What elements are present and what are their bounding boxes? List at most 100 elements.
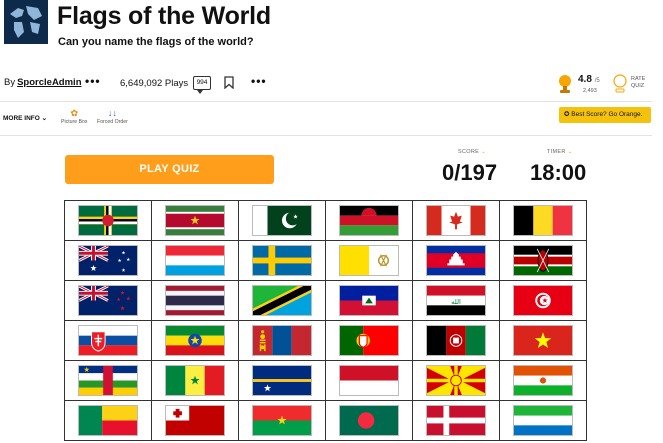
chevron-down-icon: ⌄ xyxy=(41,115,48,122)
flag-kenya xyxy=(513,245,573,276)
author-more-icon[interactable]: ••• xyxy=(85,74,101,88)
flag-vietnam xyxy=(513,325,573,356)
picture-box-toggle[interactable]: ✿ Picture Box xyxy=(61,107,88,125)
comment-count: 994 xyxy=(196,79,208,86)
flag-cell[interactable] xyxy=(325,280,413,321)
byline: By SporcleAdmin xyxy=(4,77,82,88)
flag-indonesia xyxy=(339,365,399,396)
flag-afghanistan xyxy=(426,325,486,356)
flag-cell[interactable] xyxy=(64,400,152,441)
more-info-button[interactable]: MORE INFO ⌄ xyxy=(3,114,47,122)
flag-cell[interactable] xyxy=(64,360,152,401)
author-link[interactable]: SporcleAdmin xyxy=(17,77,81,88)
best-score-banner[interactable]: ✪ Best Score? Go Orange. xyxy=(559,107,651,123)
divider xyxy=(0,101,652,102)
flag-cell[interactable] xyxy=(151,280,239,321)
flag-cell[interactable] xyxy=(151,400,239,441)
flag-vatican xyxy=(339,245,399,276)
flag-ethiopia xyxy=(165,325,225,356)
flag-cell[interactable] xyxy=(238,400,326,441)
rate-quiz-icon[interactable] xyxy=(612,74,628,99)
flag-australia xyxy=(78,245,138,276)
flag-cell[interactable] xyxy=(151,360,239,401)
page-subtitle: Can you name the flags of the world? xyxy=(58,36,254,48)
play-quiz-button[interactable]: PLAY QUIZ xyxy=(65,155,274,184)
flag-tunisia xyxy=(513,285,573,316)
flag-belgium xyxy=(513,205,573,236)
score-label: SCORE ⌄ xyxy=(458,149,486,155)
svg-text:الله: الله xyxy=(451,298,461,306)
flag-row: الله xyxy=(64,280,587,321)
flag-row xyxy=(64,320,587,361)
flag-cell[interactable] xyxy=(412,360,500,401)
flag-cell[interactable] xyxy=(64,280,152,321)
page-title: Flags of the World xyxy=(57,2,271,30)
flag-central-african-republic xyxy=(78,365,138,396)
flag-tonga xyxy=(165,405,225,436)
flag-pakistan xyxy=(252,205,312,236)
flag-sierra-leone xyxy=(513,405,573,436)
flag-cell[interactable] xyxy=(64,200,152,241)
flag-cell[interactable] xyxy=(325,400,413,441)
crown-icon: ✪ xyxy=(564,111,570,118)
flag-cell[interactable] xyxy=(151,320,239,361)
flag-mongolia xyxy=(252,325,312,356)
more-options-icon[interactable]: ••• xyxy=(251,74,267,88)
picture-box-icon: ✿ xyxy=(70,108,79,118)
flag-cell[interactable] xyxy=(499,320,587,361)
chevron-down-icon: ⌄ xyxy=(481,149,486,155)
flag-portugal xyxy=(339,325,399,356)
timer-label: TIMER ⌄ xyxy=(547,149,573,155)
timer-value: 18:00 xyxy=(530,160,587,185)
forced-order-toggle[interactable]: ↓↓ Forced Order xyxy=(97,107,128,125)
flag-luxembourg xyxy=(165,245,225,276)
flag-cell[interactable] xyxy=(499,200,587,241)
flag-cell[interactable] xyxy=(325,320,413,361)
flag-bangladesh xyxy=(339,405,399,436)
flag-cell[interactable] xyxy=(238,280,326,321)
flag-suriname xyxy=(165,205,225,236)
chevron-down-icon: ⌄ xyxy=(567,149,573,155)
play-count: 6,649,092 Plays xyxy=(120,78,189,89)
flag-cell[interactable] xyxy=(325,360,413,401)
flag-north-macedonia xyxy=(426,365,486,396)
flag-cell[interactable] xyxy=(238,360,326,401)
flag-cell[interactable] xyxy=(499,360,587,401)
bookmark-icon[interactable] xyxy=(224,76,234,94)
score-value: 0/197 xyxy=(442,160,498,185)
rate-quiz-label[interactable]: RATE QUIZ xyxy=(631,76,645,90)
flag-niger xyxy=(513,365,573,396)
flag-new-zealand xyxy=(78,285,138,316)
flag-malawi xyxy=(339,205,399,236)
flag-cell[interactable] xyxy=(499,240,587,281)
flag-row xyxy=(64,400,587,441)
flag-cell[interactable] xyxy=(412,400,500,441)
flag-cell[interactable] xyxy=(412,320,500,361)
flag-cell[interactable] xyxy=(151,200,239,241)
flag-cell[interactable]: الله xyxy=(412,280,500,321)
flag-cell[interactable] xyxy=(412,200,500,241)
flag-slovakia xyxy=(78,325,138,356)
flag-cell[interactable] xyxy=(325,240,413,281)
flag-cell[interactable] xyxy=(412,240,500,281)
comments-icon[interactable]: 994 xyxy=(193,76,211,94)
flag-cell[interactable] xyxy=(64,240,152,281)
rating-icon xyxy=(557,74,573,99)
flag-cell[interactable] xyxy=(499,400,587,441)
forced-order-icon: ↓↓ xyxy=(107,108,117,118)
rating-value: 4.8 /5 xyxy=(578,74,600,85)
flag-cell[interactable] xyxy=(151,240,239,281)
flag-cell[interactable] xyxy=(325,200,413,241)
rating-count: 2,493 xyxy=(583,88,597,94)
flag-cell[interactable] xyxy=(238,240,326,281)
flag-cell[interactable] xyxy=(499,280,587,321)
flag-row xyxy=(64,360,587,401)
flag-iraq: الله xyxy=(426,285,486,316)
flag-grid: الله xyxy=(64,200,587,441)
flag-canada xyxy=(426,205,486,236)
by-prefix: By xyxy=(4,77,16,88)
flag-cell[interactable] xyxy=(238,320,326,361)
flag-cell[interactable] xyxy=(64,320,152,361)
flag-benin xyxy=(78,405,138,436)
flag-cell[interactable] xyxy=(238,200,326,241)
